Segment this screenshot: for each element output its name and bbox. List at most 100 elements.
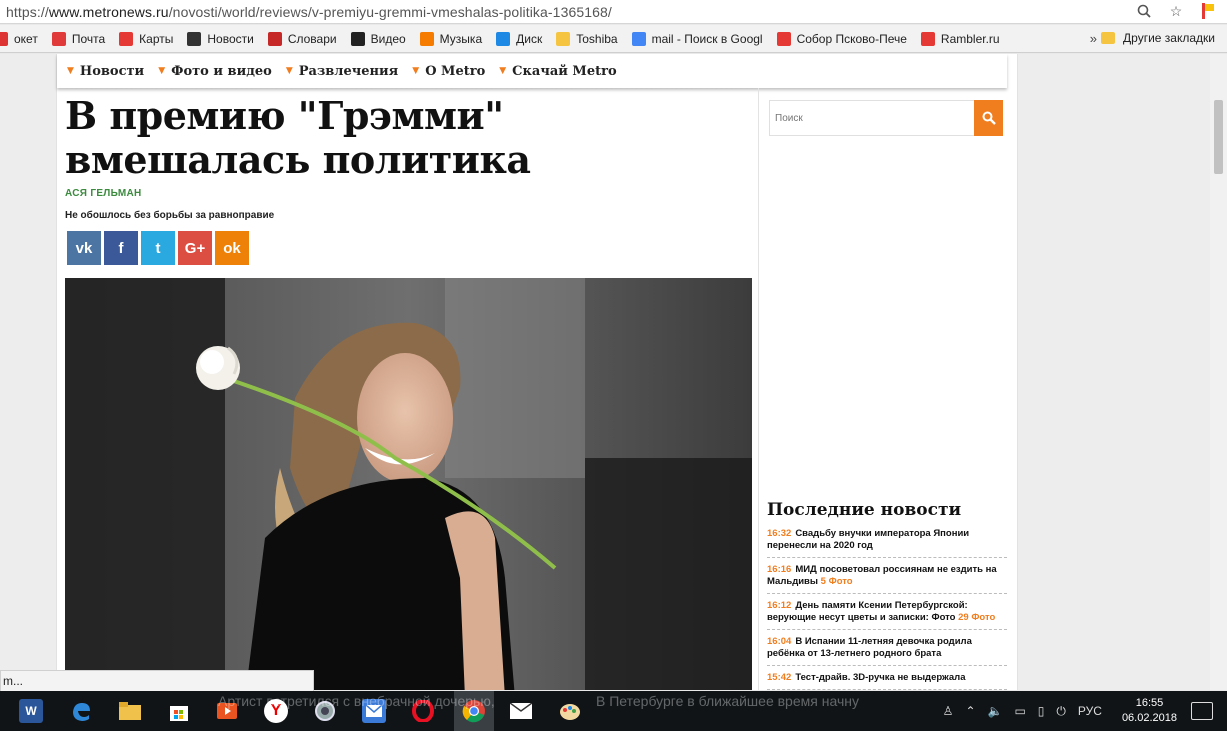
bookmark-favicon-icon [920,31,935,46]
bookmark-label: mail - Поиск в Googl [651,31,763,46]
power-icon[interactable]: ⏻ [1056,704,1066,719]
notifications-icon[interactable] [1191,702,1213,720]
article-photo[interactable] [65,278,752,690]
news-item[interactable]: 16:32 Свадьбу внучки императора Японии пе… [767,528,1007,558]
bookmark-label: Собор Псково-Пече [796,31,907,46]
clock-time: 16:55 [1135,697,1164,709]
file-explorer-icon[interactable] [118,699,142,723]
bookmark-favicon-icon [51,31,66,46]
vk-icon[interactable]: vk [67,231,101,265]
nav-bullet-icon: ▼ [285,66,293,76]
bookmark-item[interactable]: Диск [496,31,543,46]
language-indicator[interactable]: РУС [1078,704,1102,718]
news-headline: МИД посоветовал россиянам не ездить на М… [767,564,997,587]
nav-bullet-icon: ▼ [412,66,420,76]
bookmark-favicon-icon [350,31,365,46]
search-icon [982,111,996,125]
scrollbar[interactable] [1210,54,1227,690]
bookmark-favicon-icon [0,31,8,46]
news-headline: В Испании 11-летняя девочка родила ребён… [767,636,972,659]
bookmark-favicon-icon [419,31,434,46]
news-item[interactable]: 16:12 День памяти Ксении Петербургской: в… [767,600,1007,630]
bookmark-label: Карты [139,31,174,46]
nav-item[interactable]: ▼ Развлечения [286,64,398,79]
google-plus-icon[interactable]: G+ [178,231,212,265]
scrollbar-thumb[interactable] [1214,100,1223,174]
nav-item-label: Новости [79,63,145,79]
bookmark-item[interactable]: Toshiba [556,31,618,46]
bookmark-item[interactable]: Видео [350,31,406,46]
taskbar-ghost-text-left: Артист встретился с внебрачной дочерью, [218,693,495,709]
envelope-app-icon[interactable] [509,699,533,723]
nav-item[interactable]: ▼ Фото и видео [158,64,272,79]
address-bar[interactable]: https://www.metronews.ru/novosti/world/r… [0,0,1227,24]
bookmark-label: Rambler.ru [940,31,1000,46]
news-item[interactable]: 15:42 Тест-драйв. 3D-ручка не выдержала [767,672,1007,690]
facebook-icon[interactable]: f [104,231,138,265]
nav-item-label: Фото и видео [171,63,272,79]
news-photo-count: 5 Фото [820,576,853,587]
page-viewport: ▼ Новости ▼ Фото и видео ▼ Развлечения ▼ О Metr… [0,54,1227,690]
bookmark-label: Словари [287,31,337,46]
chevron-up-icon[interactable]: ⌃ [965,704,975,718]
yandex-flag-icon[interactable] [1199,2,1217,20]
twitter-icon[interactable]: t [141,231,175,265]
network-icon[interactable]: ▭ [1014,704,1025,718]
news-item[interactable]: 16:04 В Испании 11-летняя девочка родила … [767,636,1007,666]
bookmark-favicon-icon [496,31,511,46]
people-icon[interactable]: ♙ [943,704,954,718]
paint-icon[interactable] [558,699,582,723]
nav-item[interactable]: ▼ О Metro [412,64,485,79]
latest-news-list: 16:32 Свадьбу внучки императора Японии пе… [767,528,1007,690]
latest-news-heading: Последние новости [767,500,962,520]
bookmark-star-icon[interactable]: ☆ [1167,2,1185,20]
nav-bullet-icon: ▼ [499,66,507,76]
volume-icon[interactable]: 🔈 [988,704,1003,718]
nav-item-label: Скачай Metro [512,63,617,79]
bookmark-label: Почта [71,31,106,46]
news-time: 16:04 [767,636,792,647]
word-icon[interactable]: W [19,699,43,723]
store-icon[interactable] [167,699,191,723]
bookmark-item[interactable]: mail - Поиск в Googl [631,31,763,46]
article-author[interactable]: АСЯ ГЕЛЬМАН [65,188,142,199]
news-item[interactable]: 16:16 МИД посоветовал россиянам не ездить… [767,564,1007,594]
battery-icon[interactable]: ▯ [1038,704,1045,718]
bookmark-item[interactable]: окет [0,31,38,46]
news-time: 16:12 [767,600,792,611]
bookmark-item[interactable]: Карты [119,31,174,46]
article-lead: Не обошлось без борьбы за равноправие [65,210,275,221]
bookmark-item[interactable]: Музыка [419,31,483,46]
search-button[interactable] [974,100,1003,136]
bookmark-label: Диск [516,31,543,46]
nav-bullet-icon: ▼ [67,66,74,76]
bookmark-label: окет [14,31,38,46]
bookmark-item[interactable]: Rambler.ru [920,31,1000,46]
nav-item[interactable]: ▼ Скачай Metro [499,64,616,79]
bookmark-label: Музыка [439,31,483,46]
news-time: 16:32 [767,528,792,539]
zoom-icon[interactable] [1135,2,1153,20]
clock-date: 06.02.2018 [1121,712,1177,724]
edge-icon[interactable] [69,699,93,723]
news-photo-count: 29 Фото [958,612,996,623]
bookmark-favicon-icon [631,31,646,46]
news-headline: Свадьбу внучки императора Японии перенес… [767,528,970,551]
bookmark-item[interactable]: Новости [187,31,254,46]
site-nav: ▼ Новости ▼ Фото и видео ▼ Развлечения ▼ О Metr… [57,54,1007,88]
nav-item[interactable]: ▼ Новости [67,64,144,79]
odnoklassniki-icon[interactable]: ok [215,231,249,265]
divider [65,88,753,89]
news-headline: День памяти Ксении Петербургской: верующ… [767,600,968,623]
bookmark-item[interactable]: Собор Псково-Пече [776,31,907,46]
bookmark-item[interactable]: Почта [51,31,106,46]
other-bookmarks-button[interactable]: Другие закладки [1101,31,1215,45]
share-buttons: vk f t G+ ok [67,231,249,265]
url-text[interactable]: https://www.metronews.ru/novosti/world/r… [6,4,612,20]
clock[interactable]: 16:55 06.02.2018 [1122,696,1177,726]
folder-icon [1101,32,1116,44]
bookmark-label: Видео [370,31,406,46]
bookmark-item[interactable]: Словари [267,31,337,46]
search-input[interactable] [770,101,974,135]
more-bookmarks-button[interactable]: » [1090,31,1097,46]
